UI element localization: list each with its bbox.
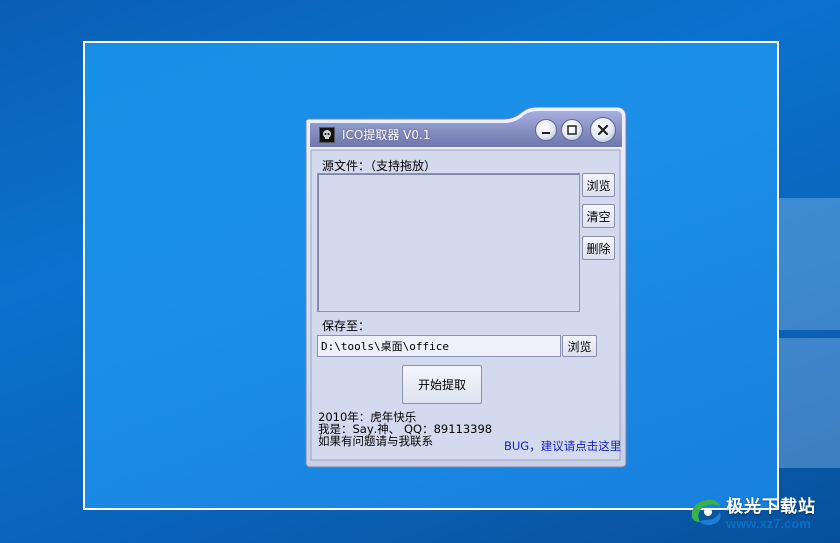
watermark-title: 极光下载站: [726, 497, 816, 517]
app-skull-icon: [319, 127, 335, 143]
aurora-logo-icon: [691, 499, 721, 525]
ico-extractor-window: ICO提取器 V0.1 源文件：（支持拖放） 浏览 清空 删除 保存至： 浏览 …: [300, 107, 628, 469]
source-file-label: 源文件：（支持拖放）: [322, 159, 437, 173]
browse-save-button[interactable]: 浏览: [562, 335, 597, 357]
bug-report-link[interactable]: BUG，建议请点击这里: [504, 438, 621, 454]
maximize-button[interactable]: [561, 119, 583, 141]
delete-button[interactable]: 删除: [582, 236, 615, 260]
info-contact: 如果有问题请与我联系: [318, 434, 433, 448]
maximize-icon: [567, 125, 577, 135]
source-file-list[interactable]: [317, 173, 580, 312]
start-extract-button[interactable]: 开始提取: [402, 365, 482, 404]
close-icon: [597, 124, 609, 136]
window-title: ICO提取器 V0.1: [342, 128, 431, 142]
clear-button[interactable]: 清空: [582, 204, 615, 228]
save-path-input[interactable]: [317, 335, 561, 357]
save-to-label: 保存至：: [322, 319, 371, 333]
site-watermark: 极光下载站 www.xz7.com: [686, 488, 836, 540]
minimize-button[interactable]: [535, 119, 557, 141]
close-button[interactable]: [590, 117, 616, 143]
minimize-icon: [542, 132, 550, 134]
watermark-url: www.xz7.com: [726, 516, 811, 531]
browse-source-button[interactable]: 浏览: [582, 173, 615, 197]
